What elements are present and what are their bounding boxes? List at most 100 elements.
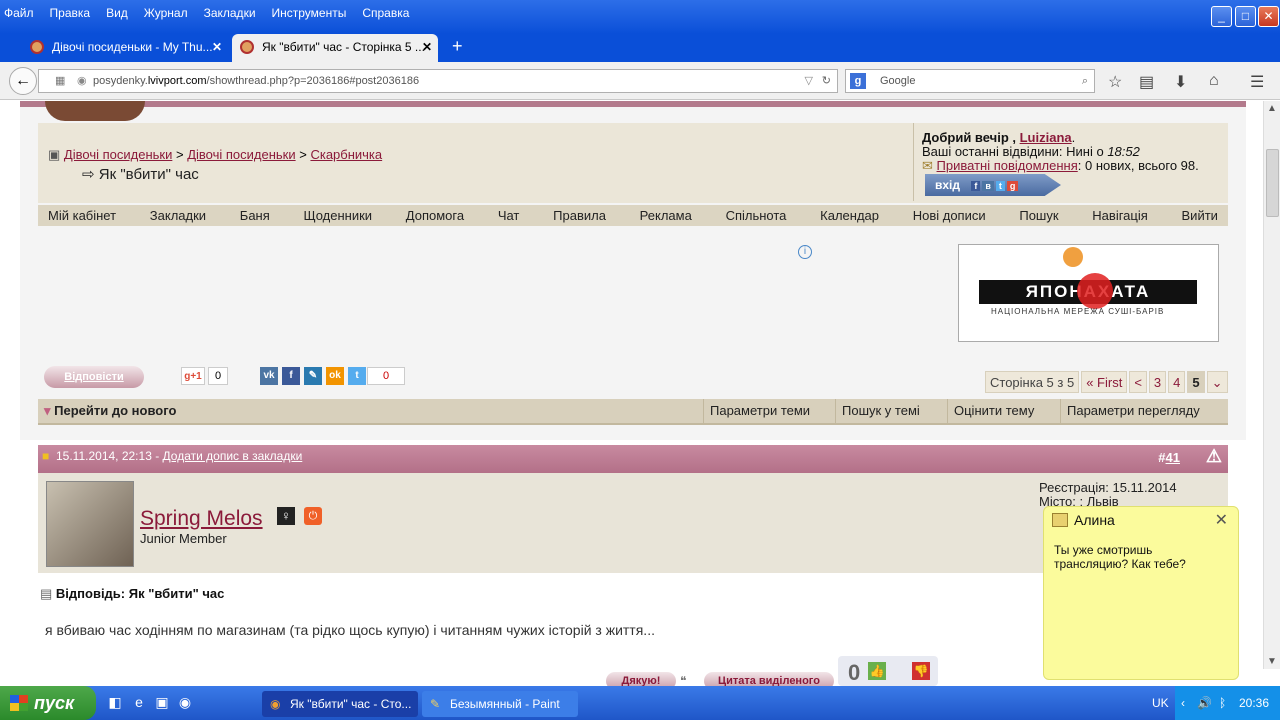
vkontakte-icon[interactable]: в xyxy=(982,181,994,191)
login-button[interactable]: вхід fвtg xyxy=(925,174,1061,196)
page-jump-icon[interactable]: ⌄ xyxy=(1206,371,1228,393)
nav-search[interactable]: Пошук xyxy=(1019,205,1058,226)
nav-banya[interactable]: Баня xyxy=(240,205,270,226)
nav-new-posts[interactable]: Нові дописи xyxy=(913,205,986,226)
share-twitter-icon[interactable]: t xyxy=(348,367,366,385)
dropdown-arrow-icon[interactable]: ▽ xyxy=(805,70,813,92)
breadcrumb-link-3[interactable]: Скарбничка xyxy=(310,147,382,162)
show-desktop-icon[interactable]: ◧ xyxy=(106,694,124,712)
page-prev-link[interactable]: < xyxy=(1129,371,1147,393)
scroll-down-arrow-icon[interactable]: ▼ xyxy=(1267,656,1277,667)
page-link-3[interactable]: 3 xyxy=(1148,371,1167,393)
back-button[interactable]: ← xyxy=(9,67,37,95)
tray-expand-icon[interactable]: ‹ xyxy=(1181,686,1185,720)
tab-close-icon[interactable]: ✕ xyxy=(212,34,222,60)
report-warning-icon[interactable]: ⚠ xyxy=(1206,445,1222,467)
nav-ads[interactable]: Реклама xyxy=(640,205,692,226)
page-info-icon[interactable]: ◉ xyxy=(77,70,87,92)
menu-bookmarks[interactable]: Закладки xyxy=(204,6,256,20)
ad-banner[interactable]: ЯПОНАХАТА НАЦІОНАЛЬНА МЕРЕЖА СУШІ-БАРІВ xyxy=(958,244,1219,342)
bluetooth-icon[interactable]: ᛒ xyxy=(1219,686,1226,720)
google-plus-one-button[interactable]: g+1 xyxy=(181,367,205,385)
site-identity-icon[interactable]: ▦ xyxy=(55,70,65,92)
bookmark-star-icon[interactable]: ☆ xyxy=(1108,72,1122,92)
nav-community[interactable]: Спільнота xyxy=(726,205,787,226)
post-number-link[interactable]: 41 xyxy=(1166,450,1180,465)
google-engine-icon[interactable]: g xyxy=(850,73,866,89)
tab-close-icon[interactable]: ✕ xyxy=(422,34,432,60)
thread-params-menu[interactable]: Параметри теми xyxy=(703,399,835,423)
vertical-scrollbar[interactable]: ▲ ▼ xyxy=(1263,101,1280,669)
popup-close-icon[interactable]: ✕ xyxy=(1215,510,1228,530)
hamburger-menu-icon[interactable]: ☰ xyxy=(1250,72,1264,92)
volume-icon[interactable]: 🔊 xyxy=(1197,686,1212,720)
page-first-link[interactable]: « First xyxy=(1081,371,1128,393)
nav-calendar[interactable]: Календар xyxy=(820,205,879,226)
nav-chat[interactable]: Чат xyxy=(498,205,520,226)
breadcrumb-link-1[interactable]: Дівочі посиденьки xyxy=(64,147,172,162)
language-indicator[interactable]: UK xyxy=(1152,686,1169,720)
reload-icon[interactable]: ↻ xyxy=(822,70,831,92)
menu-view[interactable]: Вид xyxy=(106,6,128,20)
google-plus-icon[interactable]: g xyxy=(1006,181,1019,191)
start-button[interactable]: пуск xyxy=(0,686,96,720)
url-bar[interactable]: posydenky.lvivport.com/showthread.php?p=… xyxy=(38,69,838,93)
menu-history[interactable]: Журнал xyxy=(144,6,188,20)
magnifier-icon[interactable]: ⌕ xyxy=(1082,70,1088,92)
thread-search-menu[interactable]: Пошук у темі xyxy=(835,399,947,423)
maximize-button[interactable]: □ xyxy=(1235,6,1256,27)
view-params-menu[interactable]: Параметри перегляду xyxy=(1060,399,1228,423)
page-link-4[interactable]: 4 xyxy=(1168,371,1186,393)
clock-time[interactable]: 20:36 xyxy=(1239,686,1269,720)
share-livejournal-icon[interactable]: ✎ xyxy=(304,367,322,385)
firefox-icon[interactable]: ◉ xyxy=(176,694,194,712)
goto-new-link[interactable]: ▾ Перейти до нового xyxy=(38,399,703,423)
avatar[interactable] xyxy=(46,481,134,567)
tab-divochi[interactable]: Дівочі посиденьки - My Thu... ✕ xyxy=(22,34,228,62)
taskbar-item-firefox[interactable]: ◉ Як "вбити" час - Сто... xyxy=(262,691,418,717)
share-odnoklassniki-icon[interactable]: ok xyxy=(326,367,344,385)
breadcrumb-link-2[interactable]: Дівочі посиденьки xyxy=(187,147,295,162)
nav-navigation[interactable]: Навігація xyxy=(1092,205,1147,226)
scrollbar-thumb[interactable] xyxy=(1266,149,1279,217)
new-tab-plus-icon[interactable]: + xyxy=(452,36,463,57)
thumbs-down-icon[interactable]: 👎 xyxy=(912,662,930,680)
thumbs-up-icon[interactable]: 👍 xyxy=(868,662,886,680)
search-input[interactable]: g Google ⌕ xyxy=(845,69,1095,93)
chat-notification-popup[interactable]: Алина ✕ Ты уже смотришь трансляцию? Как … xyxy=(1043,506,1239,680)
nav-bookmarks[interactable]: Закладки xyxy=(150,205,206,226)
download-icon[interactable]: ⬇ xyxy=(1174,72,1187,92)
share-facebook-icon[interactable]: f xyxy=(282,367,300,385)
nav-logout[interactable]: Вийти xyxy=(1182,205,1218,226)
tab-active-thread[interactable]: Як "вбити" час - Сторінка 5 ... ✕ xyxy=(232,34,438,62)
private-messages-link[interactable]: Приватні повідомлення xyxy=(937,158,1078,173)
taskbar-item-paint[interactable]: ✎ Безымянный - Paint xyxy=(422,691,578,717)
nav-my-cabinet[interactable]: Мій кабінет xyxy=(48,205,116,226)
twitter-icon[interactable]: t xyxy=(995,181,1005,191)
media-player-icon[interactable]: ▣ xyxy=(153,694,171,712)
menu-file[interactable]: Файл xyxy=(4,6,34,20)
facebook-icon[interactable]: f xyxy=(971,181,981,191)
menu-edit[interactable]: Правка xyxy=(50,6,91,20)
reading-list-icon[interactable]: ▤ xyxy=(1139,72,1154,92)
menu-help[interactable]: Справка xyxy=(362,6,409,20)
scroll-up-arrow-icon[interactable]: ▲ xyxy=(1267,103,1277,114)
nav-rules[interactable]: Правила xyxy=(553,205,606,226)
home-icon[interactable]: ⌂ xyxy=(1209,72,1219,90)
close-window-button[interactable]: ✕ xyxy=(1258,6,1279,27)
thanks-button[interactable]: Дякую! xyxy=(606,672,676,686)
minimize-button[interactable]: _ xyxy=(1211,6,1232,27)
share-vk-icon[interactable]: vk xyxy=(260,367,278,385)
quote-selected-button[interactable]: Цитата виділеного xyxy=(704,672,834,686)
post-username[interactable]: Spring Melos xyxy=(140,507,263,531)
multiquote-icon[interactable]: ❝ xyxy=(680,674,686,686)
add-bookmark-link[interactable]: Додати допис в закладки xyxy=(163,449,303,463)
site-logo[interactable] xyxy=(45,101,145,121)
reply-button[interactable]: Відповісти xyxy=(44,366,144,388)
menu-tools[interactable]: Инструменты xyxy=(272,6,347,20)
thread-rate-menu[interactable]: Оцінити тему xyxy=(947,399,1060,423)
ad-info-icon[interactable]: i xyxy=(798,245,812,259)
current-user-link[interactable]: Luiziana xyxy=(1020,130,1072,145)
nav-help[interactable]: Допомога xyxy=(406,205,464,226)
internet-explorer-icon[interactable]: e xyxy=(130,694,148,712)
